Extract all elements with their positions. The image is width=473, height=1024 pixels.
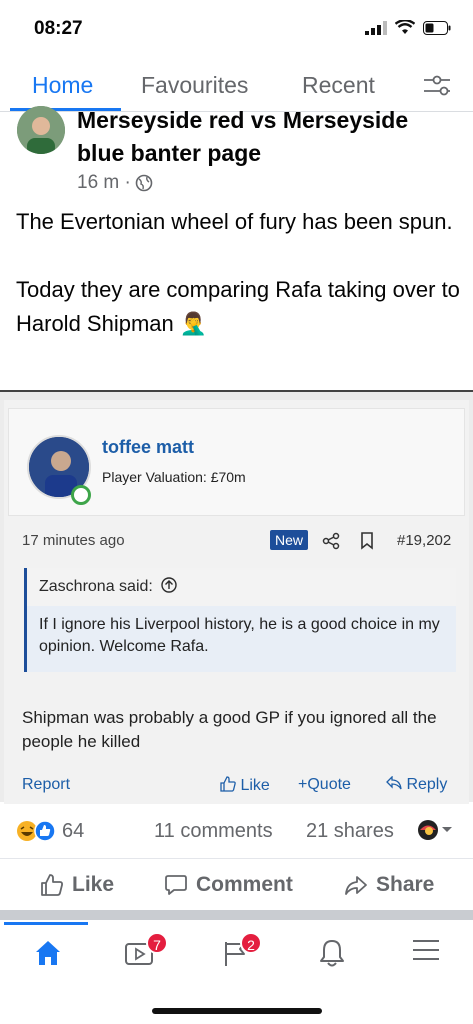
- forum-quote-text: If I ignore his Liverpool history, he is…: [39, 616, 440, 655]
- status-time: 08:27: [34, 18, 83, 39]
- chevron-down-icon: [442, 827, 452, 832]
- forum-username: toffee matt: [102, 437, 195, 457]
- user-reaction-avatar-icon: [418, 820, 438, 840]
- active-nav-indicator: [4, 922, 88, 925]
- home-indicator[interactable]: [152, 1008, 322, 1014]
- forum-reply-link: Reply: [386, 775, 448, 794]
- new-badge: New: [270, 530, 309, 550]
- forum-like-link: Like: [220, 776, 270, 795]
- nav-notifications[interactable]: [302, 938, 362, 978]
- arrow-up-circle-icon: [161, 577, 177, 593]
- hamburger-menu-icon: [413, 940, 439, 960]
- share-node-icon: [322, 532, 340, 550]
- post-paragraph: The Evertonian wheel of fury has been sp…: [16, 209, 453, 234]
- like-button[interactable]: Like: [40, 873, 114, 897]
- forum-post-number: #19,202: [397, 532, 452, 549]
- reaction-icons[interactable]: [16, 820, 56, 842]
- reaction-count[interactable]: 64: [62, 820, 84, 843]
- post-paragraph: Today they are comparing Rafa taking ove…: [16, 277, 460, 336]
- status-bar: 08:27: [0, 0, 473, 60]
- share-button[interactable]: Share: [344, 873, 434, 897]
- bell-icon: [320, 940, 344, 967]
- comments-count[interactable]: 11 comments: [154, 820, 273, 843]
- tab-recent[interactable]: Recent: [302, 72, 375, 99]
- video-badge: 7: [146, 932, 168, 954]
- bottom-nav: 7 2: [0, 920, 473, 1024]
- signal-icon: [365, 20, 387, 35]
- status-icons: [365, 20, 451, 35]
- wifi-icon: [395, 20, 415, 34]
- forum-post-body: Shipman was probably a good GP if you ig…: [22, 708, 437, 751]
- forum-quote-block: Zaschrona said: If I ignore his Liverpoo…: [24, 568, 456, 672]
- thumbs-up-icon: [220, 776, 236, 792]
- forum-quote-link: +Quote: [298, 776, 351, 793]
- like-button-label: Like: [72, 873, 115, 896]
- nav-pages[interactable]: 2: [206, 932, 266, 978]
- forum-like-label: Like: [240, 777, 270, 794]
- forum-reply-label: Reply: [406, 776, 448, 793]
- post-action-bar: Like Comment Share: [0, 858, 473, 910]
- nav-home[interactable]: [18, 938, 78, 978]
- tab-home[interactable]: Home: [32, 72, 93, 99]
- forum-valuation: Player Valuation: £70m: [102, 469, 246, 485]
- nav-watch[interactable]: 7: [110, 932, 170, 978]
- reaction-selector[interactable]: [417, 819, 453, 841]
- shares-count[interactable]: 21 shares: [306, 820, 394, 843]
- avatar[interactable]: [17, 106, 65, 154]
- home-icon: [36, 941, 60, 965]
- post-time: 16 m ·: [77, 172, 131, 193]
- online-status-icon: [71, 485, 91, 505]
- post-author[interactable]: Merseyside red vs Merseyside blue banter…: [77, 104, 457, 170]
- thumbs-up-icon: [41, 874, 63, 896]
- share-arrow-icon: [345, 876, 367, 895]
- tab-favourites[interactable]: Favourites: [141, 72, 248, 99]
- forum-post-header: toffee matt Player Valuation: £70m: [8, 408, 465, 516]
- feed-divider: [0, 910, 473, 920]
- bookmark-icon: [361, 532, 373, 550]
- forum-post-actions: Report Like +Quote Reply: [22, 775, 462, 800]
- share-button-label: Share: [376, 873, 435, 896]
- forum-quote-header: Zaschrona said:: [27, 568, 456, 606]
- globe-icon: [135, 174, 153, 192]
- post-header: Merseyside red vs Merseyside blue banter…: [0, 106, 473, 202]
- forum-report-link: Report: [22, 776, 71, 793]
- post-meta: 16 m ·: [77, 172, 153, 194]
- reply-arrow-icon: [386, 775, 402, 790]
- comment-bubble-icon: [165, 875, 187, 895]
- nav-menu[interactable]: [396, 938, 456, 978]
- post-text: The Evertonian wheel of fury has been sp…: [16, 205, 461, 375]
- shared-image[interactable]: toffee matt Player Valuation: £70m 17 mi…: [0, 390, 473, 804]
- pages-badge: 2: [240, 932, 262, 954]
- forum-post-card: toffee matt Player Valuation: £70m 17 mi…: [4, 400, 469, 804]
- forum-post-time: 17 minutes ago: [22, 532, 125, 549]
- forum-post-meta: 17 minutes ago New #19,202: [22, 528, 462, 556]
- forum-quote-author: Zaschrona said:: [39, 578, 153, 595]
- like-reaction-icon: [34, 820, 56, 842]
- comment-button-label: Comment: [196, 873, 293, 896]
- battery-icon: [423, 20, 451, 35]
- engagement-summary: 64 11 comments 21 shares: [0, 810, 473, 852]
- comment-button[interactable]: Comment: [164, 873, 293, 897]
- filter-icon[interactable]: [423, 74, 451, 98]
